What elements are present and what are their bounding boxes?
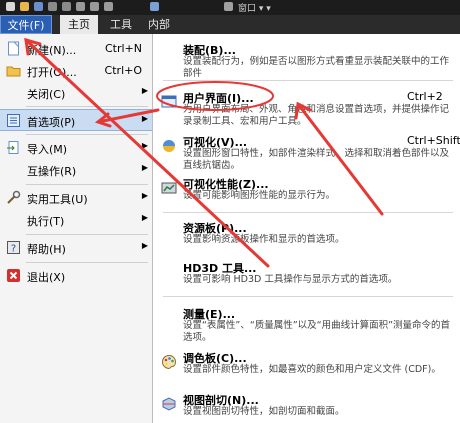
redo-icon[interactable]	[62, 2, 71, 11]
submenu-desc: 设置部件颜色特性，如最喜欢的颜色和用户定义文件 (CDF)。	[183, 364, 441, 375]
svg-text:?: ?	[11, 244, 16, 255]
submenu-desc: 为用户界面布局、外观、角色和消息设置首选项，并提供操作记录录制工具、宏和用户工具…	[183, 104, 450, 127]
menu-divider	[26, 184, 148, 185]
chevron-right-icon: ▶	[141, 163, 148, 172]
undo-icon[interactable]	[48, 2, 57, 11]
chevron-right-icon: ▶	[141, 114, 148, 123]
submenu-item-resource-bar[interactable]: 资源板(P)... 设置影响资源板操作和显示的首选项。	[153, 218, 460, 248]
exit-icon	[7, 269, 20, 282]
chevron-right-icon: ▶	[141, 86, 148, 95]
submenu-item-visualization-performance[interactable]: 可视化性能(Z)... 设置可能影响图形性能的显示行为。	[153, 174, 460, 204]
submenu-desc: 设置可影响 HD3D 工具操作与显示方式的首选项。	[183, 274, 398, 285]
paste-icon[interactable]	[104, 2, 113, 11]
submenu-desc: 设置装配行为，例如是否以图形方式看重显示装配关联中的工作部件	[183, 56, 450, 79]
menu-item-open[interactable]: 打开(O)... Ctrl+O	[0, 60, 152, 82]
menu-label: 帮助(H)	[27, 243, 66, 256]
utilities-icon	[7, 190, 21, 204]
menu-item-execute[interactable]: 执行(T) ▶	[0, 209, 152, 231]
menu-label: 互操作(R)	[27, 165, 77, 178]
tab-home[interactable]: 主页	[60, 15, 98, 34]
menu-item-new[interactable]: 新建(N)... Ctrl+N	[0, 38, 152, 60]
menu-label: 关闭(C)	[27, 88, 66, 101]
menu-item-close[interactable]: 关闭(C) ▶	[0, 82, 152, 104]
menu-item-help[interactable]: ? 帮助(H) ▶	[0, 237, 152, 259]
view-section-icon	[162, 397, 176, 411]
menu-divider	[26, 134, 148, 135]
window-menu[interactable]: 窗口 ▾ ▾	[238, 1, 271, 14]
visualization-icon	[163, 140, 175, 152]
submenu-divider	[163, 212, 453, 213]
submenu-item-hd3d-tools[interactable]: HD3D 工具... 设置可影响 HD3D 工具操作与显示方式的首选项。	[153, 258, 460, 288]
title-bar: 窗口 ▾ ▾	[0, 0, 460, 15]
submenu-desc: 设置图形窗口特性，如部件渲染样式、选择和取消着色部件以及直线抗锯齿。	[183, 148, 450, 171]
save-icon[interactable]	[34, 2, 43, 11]
help-icon: ?	[7, 241, 20, 255]
submenu-shortcut: Ctrl+2	[407, 90, 443, 103]
user-interface-icon	[161, 95, 177, 108]
chevron-right-icon: ▶	[141, 191, 148, 200]
menu-label: 导入(M)	[27, 143, 68, 156]
preferences-icon	[7, 114, 20, 127]
submenu-item-view-section[interactable]: 视图剖切(N)... 设置视图剖切特性，如剖切面和截面。	[153, 390, 460, 422]
chevron-right-icon: ▶	[141, 241, 148, 250]
menu-divider	[26, 106, 148, 107]
menu-label: 打开(O)...	[27, 66, 77, 79]
menu-label: 实用工具(U)	[27, 193, 88, 206]
submenu-shortcut: Ctrl+Shift+V	[407, 134, 460, 147]
open-icon[interactable]	[20, 2, 29, 11]
chevron-right-icon: ▶	[141, 213, 148, 222]
submenu-desc: 设置视图剖切特性，如剖切面和截面。	[183, 406, 345, 417]
submenu-item-user-interface[interactable]: 用户界面(I)... Ctrl+2 为用户界面布局、外观、角色和消息设置首选项，…	[153, 86, 460, 127]
cut-icon[interactable]	[76, 2, 85, 11]
file-menu: 新建(N)... Ctrl+N 打开(O)... Ctrl+O 关闭(C) ▶ …	[0, 34, 153, 423]
menu-shortcut: Ctrl+N	[104, 42, 142, 55]
submenu-divider	[163, 296, 453, 297]
submenu-item-measure[interactable]: 测量(E)... 设置“表属性”、“质量属性”以及“用曲线计算面积”测量命令的首…	[153, 304, 460, 343]
copy-icon[interactable]	[90, 2, 99, 11]
menu-item-import[interactable]: 导入(M) ▶	[0, 137, 152, 159]
menu-label: 新建(N)...	[27, 44, 77, 57]
menu-divider	[26, 234, 148, 235]
menu-item-utilities[interactable]: 实用工具(U) ▶	[0, 187, 152, 209]
performance-icon	[161, 182, 177, 194]
menu-item-preferences[interactable]: 首选项(P) ▶	[0, 109, 152, 131]
new-document-icon	[8, 41, 19, 56]
submenu-item-palette[interactable]: 调色板(C)... 设置部件颜色特性，如最喜欢的颜色和用户定义文件 (CDF)。	[153, 348, 460, 382]
submenu-desc: 设置可能影响图形性能的显示行为。	[183, 190, 336, 201]
submenu-divider	[163, 80, 453, 81]
chevron-right-icon: ▶	[141, 141, 148, 150]
submenu-desc: 设置影响资源板操作和显示的首选项。	[183, 234, 345, 245]
window-icon[interactable]	[224, 2, 233, 11]
menu-label: 首选项(P)	[27, 116, 76, 129]
import-icon	[7, 141, 19, 154]
switch-window-icon[interactable]	[150, 2, 159, 11]
submenu-item-visualization[interactable]: 可视化(V)... Ctrl+Shift+V 设置图形窗口特性，如部件渲染样式、…	[153, 130, 460, 171]
menu-shortcut: Ctrl+O	[104, 64, 142, 77]
submenu-item-assembly[interactable]: 装配(B)... 设置装配行为，例如是否以图形方式看重显示装配关联中的工作部件	[153, 38, 460, 79]
menu-divider	[26, 262, 148, 263]
tab-tools[interactable]: 工具	[106, 15, 136, 34]
menu-item-interop[interactable]: 互操作(R) ▶	[0, 159, 152, 181]
ribbon-tabs: 文件(F) 主页 工具 内部	[0, 15, 460, 34]
new-icon[interactable]	[6, 2, 15, 11]
tab-file[interactable]: 文件(F)	[0, 15, 52, 34]
tab-internal[interactable]: 内部	[142, 15, 176, 34]
menu-label: 退出(X)	[27, 271, 66, 284]
open-folder-icon	[6, 66, 21, 77]
preferences-submenu: 装配(B)... 设置装配行为，例如是否以图形方式看重显示装配关联中的工作部件 …	[153, 34, 460, 423]
submenu-desc: 设置“表属性”、“质量属性”以及“用曲线计算面积”测量命令的首选项。	[183, 320, 451, 343]
menu-item-exit[interactable]: 退出(X)	[0, 265, 152, 287]
palette-icon	[161, 354, 177, 370]
menu-label: 执行(T)	[27, 215, 65, 228]
